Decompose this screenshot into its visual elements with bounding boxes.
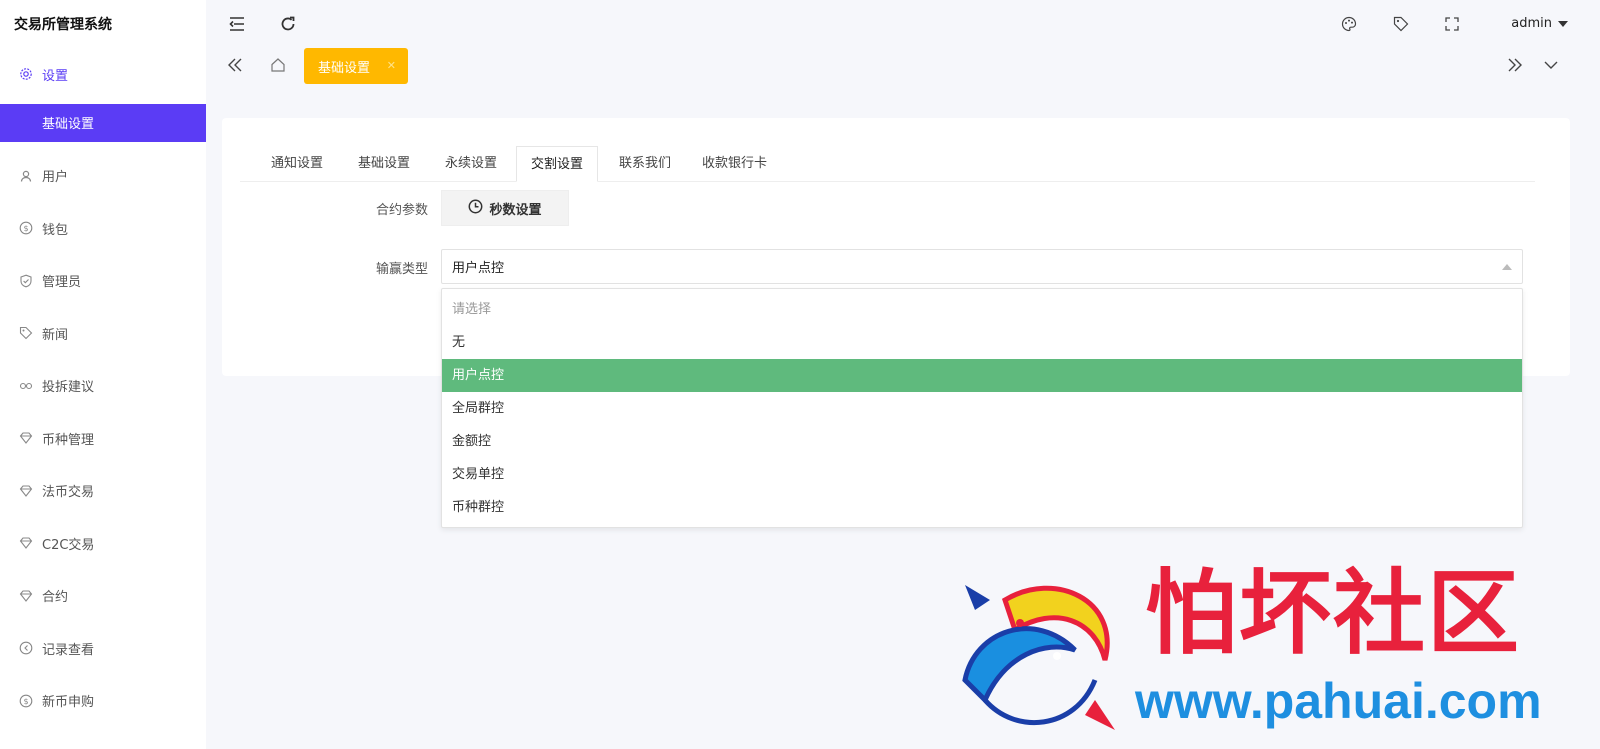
user-menu[interactable]: admin [1511,16,1568,31]
caret-up-icon [1502,264,1512,270]
sidebar-item-complaints[interactable]: 投拆建议 [0,360,206,413]
watermark-text: 怕坏社区 [1145,563,1522,665]
page-tabs-bar: 基础设置 ✕ [206,48,1600,86]
winloss-type-select[interactable]: 用户点控 [441,249,1523,284]
settings-tabs: 通知设置 基础设置 永续设置 交割设置 联系我们 收款银行卡 [240,146,1535,182]
close-icon[interactable]: ✕ [387,59,396,72]
tab-bank-cards[interactable]: 收款银行卡 [688,146,781,182]
dollar-icon: $ [19,221,33,235]
winloss-type-label: 输赢类型 [375,262,428,277]
sidebar-item-label: 设置 [42,68,69,84]
tab-contact-us[interactable]: 联系我们 [605,146,685,182]
scroll-right-icon[interactable] [1506,56,1524,74]
sidebar-menu: 设置 基础设置 用户 $ 钱包 管理员 新闻 投拆建议 币种管理 法币交易 C2… [0,48,206,727]
caret-down-icon [1558,20,1568,27]
sidebar-item-wallet[interactable]: $ 钱包 [0,202,206,255]
topbar: admin [206,0,1600,48]
sidebar-item-settings[interactable]: 设置 [0,48,206,101]
sidebar-item-fiat-trading[interactable]: 法币交易 [0,465,206,518]
app-title: 交易所管理系统 [14,17,112,33]
diamond-icon [19,536,33,550]
diamond-icon [19,589,33,603]
contract-params-label: 合约参数 [375,203,428,218]
tab-basic-settings[interactable]: 基础设置 [344,146,424,182]
sidebar-item-label: 合约 [42,590,69,606]
option-placeholder[interactable]: 请选择 [442,293,1522,326]
palette-icon[interactable] [1340,15,1358,33]
link-icon [19,379,33,393]
sidebar-item-label: C2C交易 [42,537,95,553]
sidebar-item-news[interactable]: 新闻 [0,307,206,360]
sidebar-item-c2c-trading[interactable]: C2C交易 [0,517,206,570]
collapse-menu-icon[interactable] [228,15,246,33]
tab-delivery-settings[interactable]: 交割设置 [516,146,599,182]
sidebar-item-label: 用户 [42,170,69,186]
sidebar-item-users[interactable]: 用户 [0,150,206,203]
sidebar-item-label: 管理员 [42,275,82,291]
sidebar-item-label: 投拆建议 [42,380,95,396]
circle-arrow-icon [19,641,33,655]
sidebar-item-label: 新闻 [42,327,69,343]
tab-notification-settings[interactable]: 通知设置 [257,146,337,182]
username: admin [1511,16,1552,31]
diamond-icon [19,431,33,445]
tab-label: 基础设置 [318,60,371,76]
watermark-url: www.pahuai.com [1135,673,1542,729]
sidebar-item-new-coin-subscription[interactable]: $ 新币申购 [0,675,206,728]
dollar-icon: $ [19,694,33,708]
option-user-control[interactable]: 用户点控 [442,359,1522,392]
sidebar-item-basic-settings[interactable]: 基础设置 [0,103,206,142]
option-global-group-control[interactable]: 全局群控 [442,392,1522,425]
tab-basic-settings[interactable]: 基础设置 ✕ [304,48,408,84]
chevron-down-icon[interactable] [1542,56,1560,74]
diamond-icon [19,484,33,498]
seconds-settings-button[interactable]: 秒数设置 [441,190,569,226]
user-icon [19,169,33,183]
sidebar-item-records[interactable]: 记录查看 [0,622,206,675]
svg-text:$: $ [23,224,28,233]
sidebar-item-admins[interactable]: 管理员 [0,255,206,308]
scroll-left-icon[interactable] [226,56,244,74]
option-none[interactable]: 无 [442,326,1522,359]
sidebar-item-label: 钱包 [42,222,69,238]
sidebar-item-contract[interactable]: 合约 [0,570,206,623]
shield-icon [19,274,33,288]
sidebar-item-label: 记录查看 [42,642,95,658]
gear-icon [19,67,33,81]
clock-icon [468,199,483,218]
tag-icon [19,326,33,340]
sidebar-item-label: 新币申购 [42,695,95,711]
fish-logo-icon [962,585,1115,730]
refresh-icon[interactable] [279,15,297,33]
sidebar-item-label: 法币交易 [42,485,95,501]
tag-icon[interactable] [1392,15,1410,33]
sidebar-item-label: 基础设置 [42,117,95,132]
home-icon[interactable] [269,56,287,74]
svg-text:$: $ [23,697,28,706]
sidebar-item-currency-management[interactable]: 币种管理 [0,412,206,465]
option-amount-control[interactable]: 金额控 [442,425,1522,458]
select-value: 用户点控 [452,261,505,276]
seconds-settings-label: 秒数设置 [489,202,542,218]
sidebar: 交易所管理系统 设置 基础设置 用户 $ 钱包 管理员 新闻 投拆建议 币种管理… [0,0,206,749]
option-currency-group-control[interactable]: 币种群控 [442,491,1522,524]
tab-perpetual-settings[interactable]: 永续设置 [431,146,511,182]
watermark: 怕坏社区 www.pahuai.com [945,560,1595,740]
option-trade-order-control[interactable]: 交易单控 [442,458,1522,491]
winloss-type-dropdown: 请选择 无 用户点控 全局群控 金额控 交易单控 币种群控 [441,288,1523,528]
sidebar-item-label: 币种管理 [42,432,95,448]
fullscreen-icon[interactable] [1443,15,1461,33]
